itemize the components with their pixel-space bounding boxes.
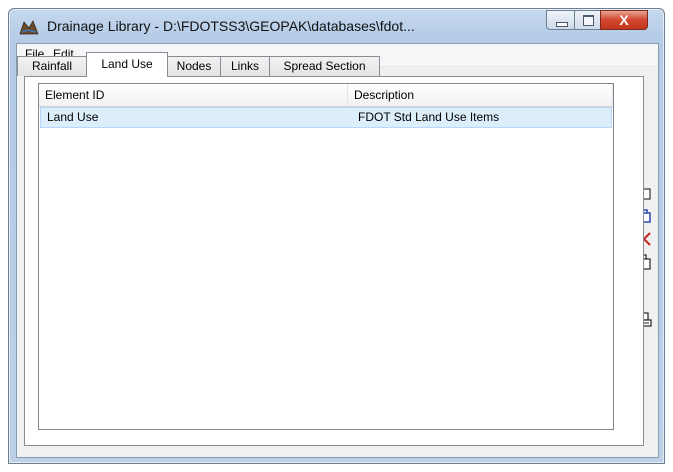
close-icon: X [619, 12, 629, 28]
land-use-tab-panel: Element ID Description Land Use FDOT Std… [24, 76, 644, 446]
title-bar[interactable]: Drainage Library - D:\FDOTSS3\GEOPAK\dat… [9, 9, 664, 43]
tab-links[interactable]: Links [220, 56, 270, 76]
close-button[interactable]: X [600, 10, 648, 30]
column-header-description[interactable]: Description [348, 84, 613, 106]
maximize-button[interactable] [574, 10, 601, 30]
tab-nodes[interactable]: Nodes [167, 56, 221, 76]
list-row[interactable]: Land Use FDOT Std Land Use Items [40, 107, 612, 128]
minimize-icon [556, 22, 568, 27]
element-list[interactable]: Element ID Description Land Use FDOT Std… [38, 83, 614, 430]
row-element-id: Land Use [47, 110, 99, 124]
minimize-button[interactable] [546, 10, 575, 30]
maximize-icon [583, 15, 594, 26]
window-title: Drainage Library - D:\FDOTSS3\GEOPAK\dat… [47, 18, 415, 34]
list-header: Element ID Description [39, 84, 613, 107]
tab-rainfall[interactable]: Rainfall [17, 56, 87, 76]
tab-land-use[interactable]: Land Use [86, 52, 168, 77]
row-description: FDOT Std Land Use Items [358, 110, 500, 124]
tab-spread-section[interactable]: Spread Section [269, 56, 380, 76]
column-header-element-id[interactable]: Element ID [39, 84, 348, 106]
drainage-app-icon [19, 20, 39, 35]
